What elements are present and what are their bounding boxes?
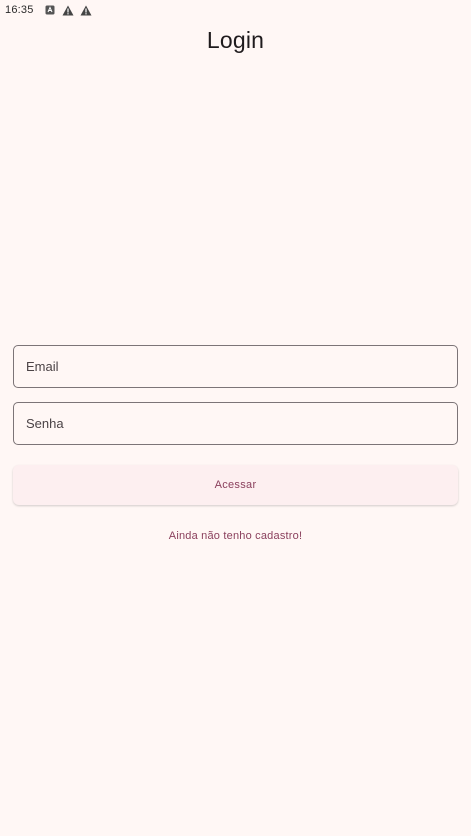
- email-field[interactable]: [13, 345, 458, 388]
- login-button[interactable]: Acessar: [13, 465, 458, 505]
- status-bar: 16:35: [0, 0, 471, 20]
- warning-icon: [62, 4, 74, 16]
- status-time: 16:35: [5, 4, 34, 16]
- password-input[interactable]: [26, 416, 457, 431]
- email-input[interactable]: [26, 359, 457, 374]
- notification-icon: [44, 4, 56, 16]
- warning-icon: [80, 4, 92, 16]
- password-field[interactable]: [13, 402, 458, 445]
- page-title: Login: [206, 27, 265, 53]
- register-link[interactable]: Ainda não tenho cadastro!: [0, 530, 471, 542]
